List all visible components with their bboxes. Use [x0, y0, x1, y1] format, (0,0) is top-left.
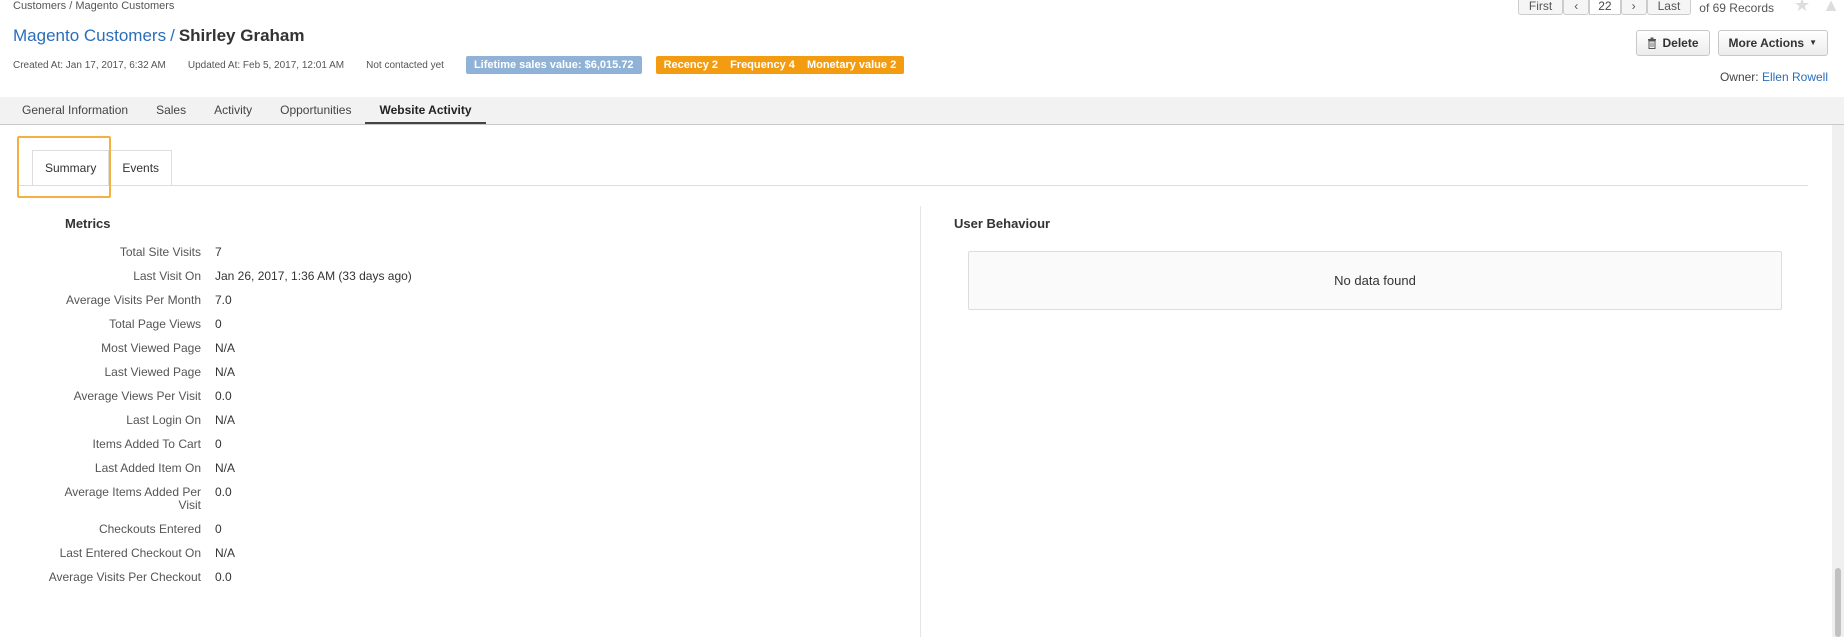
current-record-number[interactable]: 22 [1589, 0, 1621, 15]
lifetime-sales-badge: Lifetime sales value: $6,015.72 [465, 56, 642, 74]
page-title: Magento Customers / Shirley Graham [13, 26, 304, 46]
metric-value: N/A [215, 546, 236, 560]
metric-label: Average Items Added Per Visit [64, 485, 201, 512]
metric-value: N/A [215, 413, 236, 427]
metric-label: Total Site Visits [119, 245, 201, 259]
metric-label: Items Added To Cart [92, 437, 201, 451]
metric-value: 0 [215, 437, 222, 451]
first-record-button[interactable]: First [1517, 0, 1564, 15]
metric-value: N/A [215, 461, 236, 475]
record-name: Shirley Graham [178, 26, 305, 45]
more-actions-label: More Actions [1728, 36, 1805, 50]
metric-value: 0.0 [215, 485, 232, 499]
metric-label: Checkouts Entered [98, 522, 201, 536]
tab-activity[interactable]: Activity [200, 97, 266, 124]
summary-highlight-box [17, 136, 111, 198]
trash-icon [1648, 37, 1657, 49]
metric-row: Total Page Views 0 [40, 318, 540, 331]
record-actions: Delete More Actions ▼ [1636, 30, 1828, 56]
metric-value: 7.0 [215, 293, 232, 307]
metric-label: Last Visit On [133, 269, 201, 283]
metrics-title: Metrics [65, 216, 111, 231]
last-record-button[interactable]: Last [1646, 0, 1692, 15]
metric-row: Total Site Visits 7 [40, 246, 540, 259]
metric-label: Last Login On [126, 413, 201, 427]
tab-general-information[interactable]: General Information [8, 97, 142, 124]
main-tab-bar: General Information Sales Activity Oppor… [0, 97, 1844, 125]
metric-value: 7 [215, 245, 222, 259]
metric-value: 0.0 [215, 389, 232, 403]
metric-label: Total Page Views [109, 317, 201, 331]
user-behaviour-title: User Behaviour [954, 216, 1051, 231]
metric-value: N/A [215, 341, 236, 355]
next-record-button[interactable]: › [1620, 0, 1647, 15]
record-pager: First ‹ 22 › Last of 69 Records [1517, 0, 1774, 15]
metric-value: 0.0 [215, 570, 232, 584]
metric-row: Last Viewed Page N/A [40, 366, 540, 379]
pin-icon[interactable]: ▲ [1822, 0, 1840, 14]
rfm-badge: Recency 2 Frequency 4 Monetary value 2 [655, 56, 905, 74]
subtab-divider [18, 185, 1808, 186]
metric-label: Most Viewed Page [101, 341, 201, 355]
frequency-value: Frequency 4 [730, 59, 795, 71]
record-meta: Created At: Jan 17, 2017, 6:32 AM Update… [13, 56, 918, 74]
caret-down-icon: ▼ [1809, 38, 1817, 47]
star-icon[interactable]: ★ [1794, 0, 1810, 14]
metric-label: Last Viewed Page [104, 365, 201, 379]
metric-label: Last Added Item On [94, 461, 201, 475]
metric-row: Average Views Per Visit 0.0 [40, 390, 540, 403]
delete-label: Delete [1662, 36, 1699, 50]
metric-row: Last Login On N/A [40, 414, 540, 427]
owner-label: Owner: [1719, 70, 1759, 84]
metric-label: Average Views Per Visit [73, 389, 201, 403]
tab-opportunities[interactable]: Opportunities [266, 97, 365, 124]
metrics-list: Total Site Visits 7 Last Visit On Jan 26, … [40, 246, 540, 595]
tab-website-activity[interactable]: Website Activity [365, 97, 486, 124]
delete-button[interactable]: Delete [1636, 30, 1710, 56]
metric-row: Last Entered Checkout On N/A [40, 547, 540, 560]
recency-value: Recency 2 [663, 59, 718, 71]
no-data-panel: No data found [968, 251, 1782, 310]
metric-value: N/A [215, 365, 236, 379]
metric-label: Average Visits Per Checkout [48, 570, 201, 584]
subtab-events[interactable]: Events [109, 150, 173, 185]
records-count: of 69 Records [1699, 0, 1774, 15]
scrollbar-thumb[interactable] [1835, 568, 1841, 637]
tab-sales[interactable]: Sales [142, 97, 200, 124]
metric-row: Average Visits Per Month 7.0 [40, 294, 540, 307]
created-at: Created At: Jan 17, 2017, 6:32 AM [13, 59, 166, 71]
metric-label: Average Visits Per Month [66, 293, 201, 307]
metric-row: Checkouts Entered 0 [40, 523, 540, 536]
contact-status: Not contacted yet [366, 59, 444, 71]
metric-label: Last Entered Checkout On [59, 546, 201, 560]
metric-row: Last Added Item On N/A [40, 462, 540, 475]
metric-row: Average Items Added Per Visit 0.0 [40, 486, 540, 512]
metric-row: Last Visit On Jan 26, 2017, 1:36 AM (33 d… [40, 270, 540, 283]
page-scrollbar[interactable] [1832, 125, 1844, 637]
updated-at: Updated At: Feb 5, 2017, 12:01 AM [187, 59, 345, 71]
metric-value: 0 [215, 317, 222, 331]
metric-row: Most Viewed Page N/A [40, 342, 540, 355]
owner-link[interactable]: Ellen Rowell [1762, 70, 1828, 84]
entity-link[interactable]: Magento Customers [13, 26, 166, 45]
metric-value: 0 [215, 522, 222, 536]
metric-row: Average Visits Per Checkout 0.0 [40, 571, 540, 584]
monetary-value: Monetary value 2 [806, 59, 897, 71]
prev-record-button[interactable]: ‹ [1563, 0, 1590, 15]
metric-row: Items Added To Cart 0 [40, 438, 540, 451]
owner-info: Owner: Ellen Rowell [1720, 70, 1828, 84]
metric-value: Jan 26, 2017, 1:36 AM (33 days ago) [215, 269, 412, 283]
favorite-controls: ★ ▲ [1794, 0, 1840, 14]
title-separator: / [170, 26, 175, 45]
breadcrumb: Customers / Magento Customers [13, 0, 175, 12]
more-actions-button[interactable]: More Actions ▼ [1717, 30, 1828, 56]
column-divider [920, 206, 921, 637]
